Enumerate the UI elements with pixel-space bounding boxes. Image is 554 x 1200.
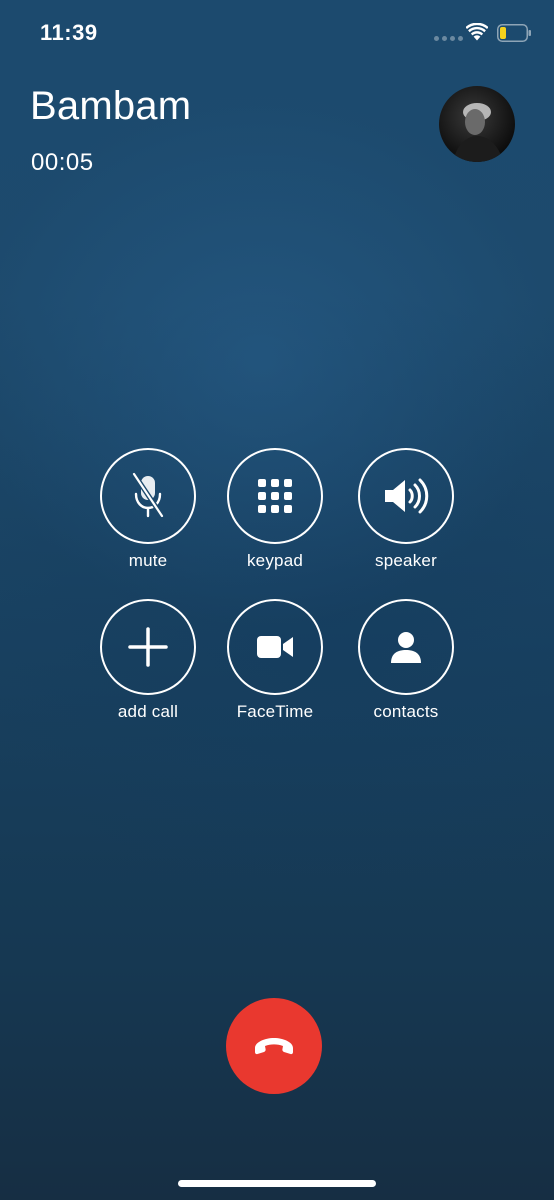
mute-button[interactable]: mute: [83, 448, 213, 588]
phone-down-icon: [255, 1038, 293, 1055]
keypad-ring[interactable]: [227, 448, 323, 544]
contacts-ring[interactable]: [358, 599, 454, 695]
caller-name: Bambam: [30, 84, 192, 128]
add-call-button[interactable]: add call: [83, 599, 213, 739]
facetime-label: FaceTime: [236, 702, 314, 721]
facetime-button[interactable]: FaceTime: [210, 599, 340, 739]
home-indicator[interactable]: [178, 1180, 376, 1187]
speaker-ring[interactable]: [358, 448, 454, 544]
add-call-label: add call: [117, 702, 179, 721]
keypad-grid-icon: [258, 479, 292, 513]
caller-avatar: [439, 86, 515, 162]
mute-ring[interactable]: [100, 448, 196, 544]
add-call-ring[interactable]: [100, 599, 196, 695]
video-camera-icon: [257, 636, 293, 658]
keypad-label: keypad: [246, 551, 304, 570]
status-bar: 11:39: [0, 0, 554, 70]
status-time: 11:39: [40, 20, 98, 45]
call-duration: 00:05: [31, 149, 94, 176]
speaker-button[interactable]: speaker: [341, 448, 471, 588]
end-call-button[interactable]: [226, 998, 322, 1094]
keypad-button[interactable]: keypad: [210, 448, 340, 588]
contacts-button[interactable]: contacts: [341, 599, 471, 739]
speaker-label: speaker: [375, 551, 437, 570]
battery-icon: [497, 24, 531, 42]
wifi-icon: [466, 23, 488, 41]
plus-icon: [128, 627, 168, 667]
cellular-signal-icon: [434, 36, 463, 41]
mic-slash-icon: [131, 472, 165, 518]
facetime-ring[interactable]: [227, 599, 323, 695]
contacts-label: contacts: [373, 702, 439, 721]
person-icon: [391, 632, 421, 663]
speaker-wave-icon: [385, 478, 429, 514]
mute-label: mute: [128, 551, 168, 570]
